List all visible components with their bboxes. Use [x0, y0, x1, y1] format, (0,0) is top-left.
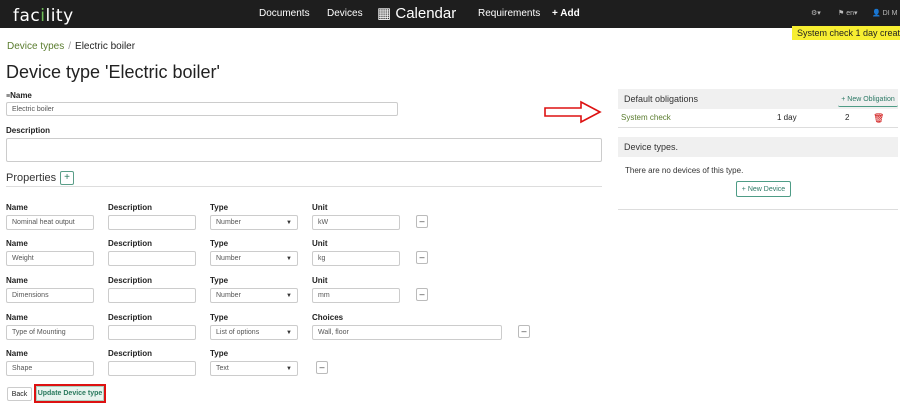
description-label: Description: [6, 126, 51, 135]
default-obligations-title: Default obligations: [624, 94, 699, 104]
property-type-select[interactable]: Text ▼: [210, 361, 298, 376]
breadcrumb: Device types / Electric boiler: [7, 41, 135, 52]
property-name-label: Name: [6, 313, 28, 322]
remove-property-button[interactable]: –: [416, 288, 428, 301]
property-choices-input[interactable]: Wall, floor: [312, 325, 502, 340]
back-button[interactable]: Back: [7, 387, 32, 401]
obligations-divider: [618, 127, 898, 128]
property-type-value: List of options: [216, 329, 260, 336]
delete-obligation-icon[interactable]: 🗑: [873, 113, 884, 124]
chevron-down-icon: ▼: [286, 255, 292, 262]
nav-documents[interactable]: Documents: [259, 8, 310, 19]
property-unit-label: Unit: [312, 276, 328, 285]
breadcrumb-current: Electric boiler: [75, 41, 136, 52]
language-menu[interactable]: ⚑ en▾: [838, 9, 858, 17]
property-name-label: Name: [6, 239, 28, 248]
app-logo[interactable]: facility: [13, 6, 74, 26]
calendar-icon: ▦: [377, 5, 392, 22]
add-property-button[interactable]: +: [60, 171, 74, 185]
new-obligation-button[interactable]: + New Obligation: [838, 93, 898, 107]
property-type-label: Type: [210, 239, 229, 248]
notification-toast[interactable]: System check 1 day creat: [792, 26, 900, 40]
property-choices-label: Choices: [312, 313, 344, 322]
property-description-label: Description: [108, 239, 153, 248]
property-type-label: Type: [210, 349, 229, 358]
property-type-select[interactable]: Number ▼: [210, 215, 298, 230]
settings-menu[interactable]: ⚙▾: [811, 9, 821, 17]
property-description-input[interactable]: [108, 251, 196, 266]
property-unit-input[interactable]: mm: [312, 288, 400, 303]
breadcrumb-device-types-link[interactable]: Device types: [7, 41, 64, 52]
property-type-select[interactable]: List of options ▼: [210, 325, 298, 340]
remove-property-button[interactable]: –: [316, 361, 328, 374]
description-textarea[interactable]: [6, 138, 602, 162]
properties-title: Properties: [6, 172, 57, 184]
property-unit-label: Unit: [312, 203, 328, 212]
nav-calendar[interactable]: ▦ Calendar: [377, 4, 456, 22]
property-description-label: Description: [108, 276, 153, 285]
chevron-down-icon: ▼: [286, 329, 292, 336]
property-type-value: Number: [216, 255, 241, 262]
obligation-count: 2: [845, 113, 850, 122]
property-description-label: Description: [108, 349, 153, 358]
property-name-input[interactable]: Type of Mounting: [6, 325, 94, 340]
remove-property-button[interactable]: –: [416, 215, 428, 228]
property-type-label: Type: [210, 203, 229, 212]
nav-requirements[interactable]: Requirements: [478, 8, 540, 19]
property-name-label: Name: [6, 349, 28, 358]
nav-calendar-label: Calendar: [395, 5, 457, 22]
breadcrumb-separator: /: [68, 41, 72, 52]
property-unit-input[interactable]: kW: [312, 215, 400, 230]
obligation-period: 1 day: [777, 113, 797, 122]
property-type-select[interactable]: Number ▼: [210, 288, 298, 303]
property-unit-input[interactable]: kg: [312, 251, 400, 266]
property-type-select[interactable]: Number ▼: [210, 251, 298, 266]
device-types-header: Device types.: [618, 137, 898, 157]
property-name-label: Name: [6, 203, 28, 212]
property-description-label: Description: [108, 203, 153, 212]
device-types-divider: [618, 209, 898, 210]
property-name-input[interactable]: Nominal heat output: [6, 215, 94, 230]
property-name-input[interactable]: Shape: [6, 361, 94, 376]
property-description-input[interactable]: [108, 215, 196, 230]
logo-accent: i: [40, 6, 46, 26]
property-type-label: Type: [210, 313, 229, 322]
property-type-value: Number: [216, 292, 241, 299]
device-types-title: Device types.: [624, 142, 679, 152]
new-device-button[interactable]: + New Device: [736, 181, 791, 197]
nav-add-menu[interactable]: + Add: [552, 8, 580, 19]
property-description-input[interactable]: [108, 325, 196, 340]
property-description-input[interactable]: [108, 361, 196, 376]
user-menu[interactable]: 👤 DI M: [872, 9, 897, 17]
property-description-input[interactable]: [108, 288, 196, 303]
update-device-type-button[interactable]: Update Device type: [34, 384, 106, 403]
chevron-down-icon: ▼: [286, 219, 292, 226]
top-navbar: facility Documents Devices ▦ Calendar Re…: [0, 0, 900, 28]
property-description-label: Description: [108, 313, 153, 322]
chevron-down-icon: ▼: [286, 292, 292, 299]
property-name-input[interactable]: Weight: [6, 251, 94, 266]
property-name-input[interactable]: Dimensions: [6, 288, 94, 303]
property-name-label: Name: [6, 276, 28, 285]
annotation-arrow-icon: [544, 100, 602, 124]
chevron-down-icon: ▼: [286, 365, 292, 372]
property-type-label: Type: [210, 276, 229, 285]
property-type-value: Text: [216, 365, 229, 372]
remove-property-button[interactable]: –: [416, 251, 428, 264]
properties-divider: [6, 186, 602, 187]
remove-property-button[interactable]: –: [518, 325, 530, 338]
nav-devices[interactable]: Devices: [327, 8, 363, 19]
property-type-value: Number: [216, 219, 241, 226]
name-label: ≡Name: [6, 91, 32, 100]
obligation-name-link[interactable]: System check: [621, 113, 671, 122]
no-devices-message: There are no devices of this type.: [625, 166, 744, 175]
property-unit-label: Unit: [312, 239, 328, 248]
page-title: Device type 'Electric boiler': [6, 62, 220, 82]
name-input[interactable]: Electric boiler: [6, 102, 398, 116]
